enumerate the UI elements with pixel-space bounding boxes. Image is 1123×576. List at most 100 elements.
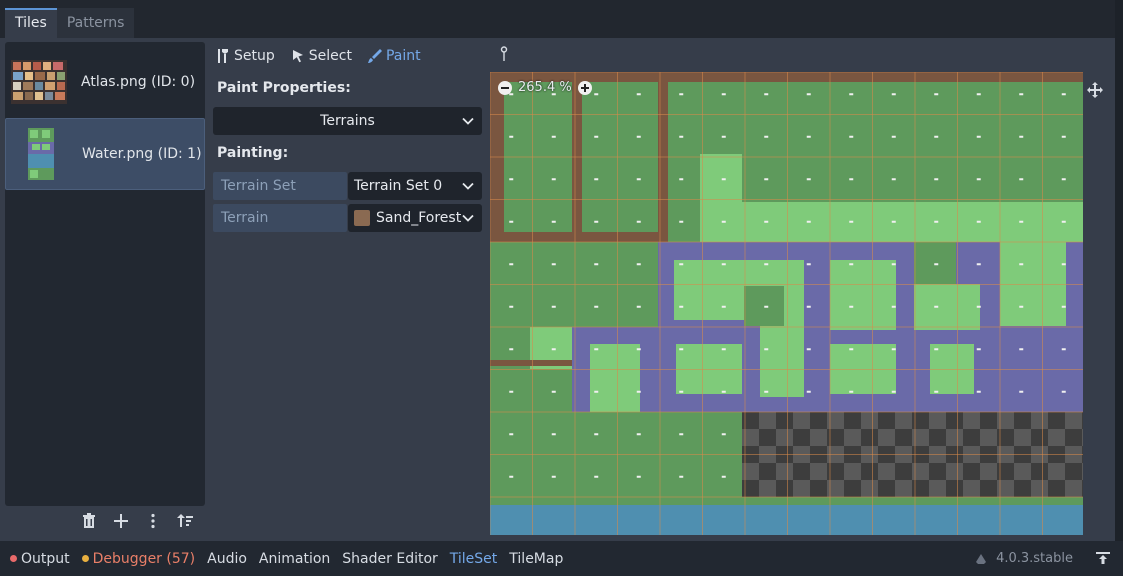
more-options-button[interactable]: [144, 512, 162, 530]
tile-marker: [1061, 390, 1066, 393]
zoom-out-button[interactable]: [498, 80, 512, 95]
tile-marker: [509, 178, 514, 181]
tab-patterns[interactable]: Patterns: [56, 8, 135, 38]
tile-marker: [1061, 178, 1066, 181]
audio-tab[interactable]: Audio: [207, 551, 247, 567]
terrain-select[interactable]: Sand_Forest: [348, 204, 482, 232]
tile-marker: [636, 305, 641, 308]
atlas-empty-tile: [1048, 480, 1065, 497]
atlas-empty-tile: [878, 480, 895, 497]
shader-editor-tab[interactable]: Shader Editor: [342, 551, 437, 567]
trash-icon: [83, 513, 95, 528]
atlas-empty-tile: [1014, 480, 1031, 497]
atlas-empty-tile: [776, 412, 793, 429]
atlas-empty-tile: [759, 429, 776, 446]
source-item-atlas[interactable]: Atlas.png (ID: 0): [5, 46, 205, 118]
paint-mode-select[interactable]: Terrains: [213, 107, 482, 135]
tile-marker: [679, 390, 684, 393]
tile-marker: [594, 348, 599, 351]
tileset-tab[interactable]: TileSet: [450, 551, 498, 567]
atlas-empty-tile: [1031, 463, 1048, 480]
tab-tiles[interactable]: Tiles: [5, 8, 57, 38]
setup-tool-button[interactable]: Setup: [216, 48, 275, 64]
atlas-empty-tile: [759, 463, 776, 480]
tiles-content: Atlas.png (ID: 0) Water.png (ID: 1) Setu…: [0, 38, 1115, 541]
pin-icon[interactable]: [500, 46, 508, 66]
tile-marker: [806, 178, 811, 181]
animation-tab[interactable]: Animation: [259, 551, 330, 567]
select-tool-button[interactable]: Select: [291, 48, 352, 64]
tile-marker: [594, 93, 599, 96]
tile-marker: [509, 475, 514, 478]
source-label-water: Water.png (ID: 1): [82, 146, 202, 162]
terrain-set-select[interactable]: Terrain Set 0: [348, 172, 482, 200]
tile-marker: [934, 305, 939, 308]
tile-atlas-view[interactable]: [490, 72, 1083, 535]
atlas-empty-tile: [1031, 412, 1048, 429]
sort-sources-button[interactable]: [176, 512, 194, 530]
tile-marker: [594, 475, 599, 478]
atlas-island: [830, 260, 896, 330]
zoom-in-button[interactable]: [577, 80, 592, 95]
tile-marker: [1061, 220, 1066, 223]
atlas-empty-tile: [1048, 412, 1065, 429]
tile-marker: [849, 305, 854, 308]
minus-icon: [501, 86, 509, 89]
atlas-light-grass: [590, 344, 640, 412]
source-item-water[interactable]: Water.png (ID: 1): [5, 118, 205, 190]
atlas-empty-tile: [963, 412, 980, 429]
tile-marker: [551, 305, 556, 308]
paint-tool-button[interactable]: Paint: [367, 48, 421, 64]
atlas-empty-tile: [1014, 429, 1031, 446]
output-tab[interactable]: Output: [10, 551, 70, 567]
tile-marker: [509, 390, 514, 393]
atlas-empty-tile: [844, 429, 861, 446]
tile-marker: [594, 305, 599, 308]
debugger-tab[interactable]: Debugger (57): [81, 551, 195, 567]
move-icon[interactable]: [1087, 82, 1103, 102]
tile-marker: [1019, 390, 1024, 393]
tile-marker: [551, 220, 556, 223]
atlas-empty-tile: [878, 463, 895, 480]
tile-marker: [806, 135, 811, 138]
tile-marker: [806, 390, 811, 393]
atlas-empty-tile: [878, 429, 895, 446]
tile-marker: [721, 433, 726, 436]
tile-marker: [509, 263, 514, 266]
tile-marker: [636, 475, 641, 478]
atlas-empty-tile: [861, 412, 878, 429]
atlas-empty-tile: [980, 463, 997, 480]
tile-atlas-canvas[interactable]: [490, 72, 1083, 535]
atlas-empty-tile: [810, 480, 827, 497]
tile-marker: [509, 348, 514, 351]
water-thumbnail: [12, 126, 68, 182]
tile-marker: [976, 93, 981, 96]
tilemap-tab[interactable]: TileMap: [509, 551, 563, 567]
atlas-empty-tile: [1065, 463, 1082, 480]
atlas-empty-tile: [929, 480, 946, 497]
atlas-empty-tile: [810, 429, 827, 446]
add-source-button[interactable]: [112, 512, 130, 530]
tile-marker: [934, 348, 939, 351]
expand-bottom-panel-button[interactable]: [1095, 551, 1111, 569]
paint-mode-value: Terrains: [320, 113, 375, 129]
atlas-empty-tile: [946, 480, 963, 497]
atlas-grass-region: [914, 242, 956, 284]
tile-marker: [976, 348, 981, 351]
tile-marker: [891, 263, 896, 266]
zoom-level[interactable]: 265.4 %: [518, 80, 572, 95]
paint-label: Paint: [385, 48, 421, 64]
paint-properties-title: Paint Properties:: [217, 80, 351, 96]
cursor-icon: [292, 50, 303, 63]
atlas-empty-tile: [1065, 412, 1082, 429]
tile-editor-panel: Tiles Patterns Atlas.png (ID: 0) Water.p…: [0, 0, 1115, 541]
atlas-empty-tile: [929, 429, 946, 446]
tile-marker: [764, 263, 769, 266]
tile-marker: [806, 305, 811, 308]
tile-marker: [636, 348, 641, 351]
terrain-label: Terrain: [213, 204, 347, 232]
atlas-empty-tile: [980, 480, 997, 497]
delete-source-button[interactable]: [80, 512, 98, 530]
atlas-empty-tile: [861, 429, 878, 446]
tile-marker: [891, 305, 896, 308]
